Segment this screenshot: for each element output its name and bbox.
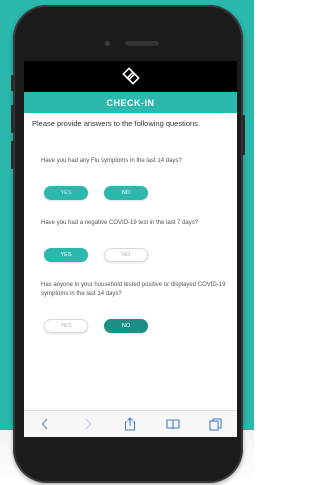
question-1-text: Have you had any Flu symptoms in the las… bbox=[41, 158, 182, 164]
question-2-yes-button[interactable]: YES bbox=[44, 248, 88, 262]
question-3-no-button[interactable]: NO bbox=[104, 319, 148, 333]
phone-screen: CHECK-IN Please provide answers to the f… bbox=[24, 61, 237, 437]
question-3-text: Has anyone in your household tested posi… bbox=[41, 282, 226, 297]
back-arrow-icon[interactable] bbox=[37, 416, 53, 432]
volume-up-button bbox=[11, 105, 14, 133]
tabs-icon[interactable] bbox=[208, 416, 224, 432]
page-title: CHECK-IN bbox=[24, 92, 237, 113]
forward-arrow-icon[interactable] bbox=[80, 416, 96, 432]
share-icon[interactable] bbox=[122, 416, 138, 432]
volume-down-button bbox=[11, 141, 14, 169]
mute-switch bbox=[11, 75, 14, 91]
app-logo-bar bbox=[24, 61, 237, 92]
power-button bbox=[242, 115, 245, 155]
question-1-no-button[interactable]: NO bbox=[104, 186, 148, 200]
front-camera bbox=[105, 41, 110, 46]
question-2-text: Have you had a negative COVID-19 test in… bbox=[41, 220, 199, 226]
earpiece-speaker bbox=[125, 41, 159, 46]
bookmarks-icon[interactable] bbox=[165, 416, 181, 432]
intro-text: Please provide answers to the following … bbox=[32, 119, 201, 128]
question-3-yes-button[interactable]: YES bbox=[44, 319, 88, 333]
app-logo-icon bbox=[121, 66, 140, 85]
question-2-no-button[interactable]: NO bbox=[104, 248, 148, 262]
browser-toolbar bbox=[24, 410, 237, 437]
question-1-yes-button[interactable]: YES bbox=[44, 186, 88, 200]
